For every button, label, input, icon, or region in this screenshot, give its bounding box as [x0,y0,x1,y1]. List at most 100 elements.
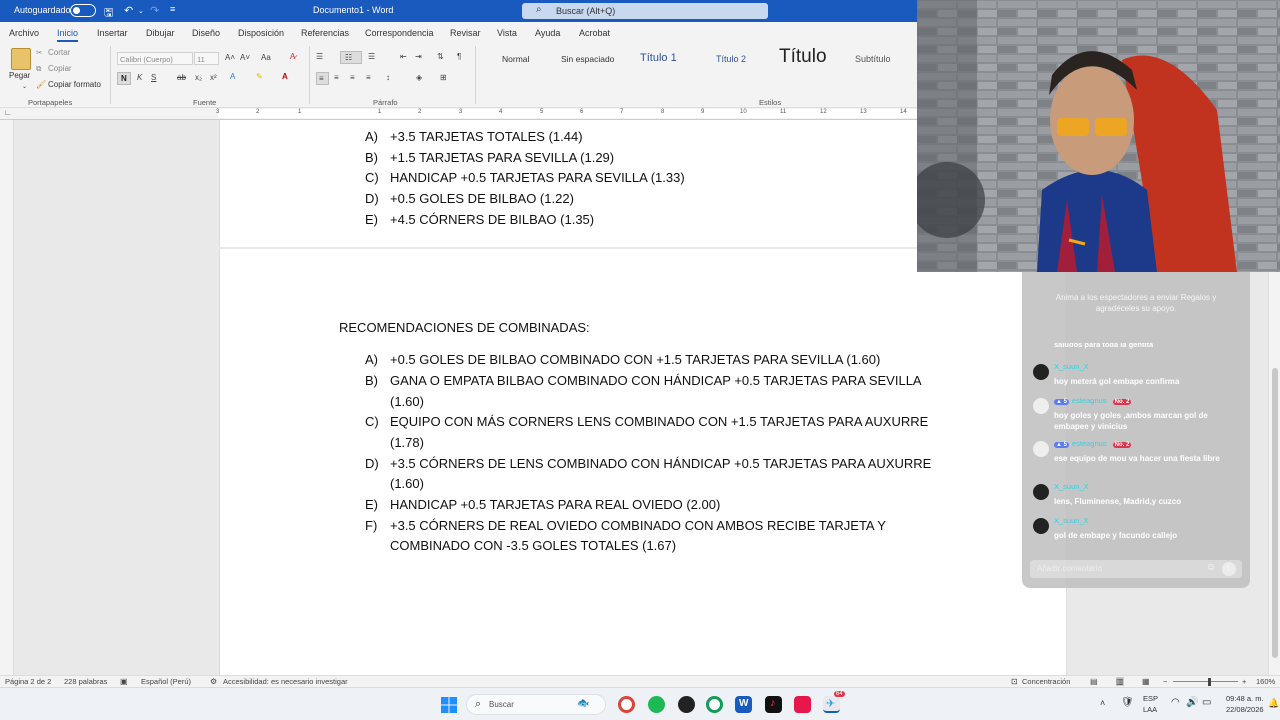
list-item-continuation[interactable]: (1.60) [390,394,424,409]
align-left-button[interactable]: ≡ [316,72,329,85]
highlight-icon[interactable]: ✎ [256,72,263,81]
list-item-continuation[interactable]: (1.60) [390,476,424,491]
align-center-icon[interactable]: ≡ [334,73,339,82]
zoom-slider[interactable] [1173,681,1238,682]
notification-bell-icon[interactable]: 🔔 [1268,698,1279,709]
borders-icon[interactable]: ⊞ [440,73,447,82]
tab-archivo[interactable]: Archivo [9,28,39,38]
zoom-level[interactable]: 160% [1256,677,1275,686]
telegram-icon[interactable]: ✈ [823,696,840,713]
chat-user-line[interactable]: ▲ 5 esteagnus No. 2 [1054,396,1134,405]
shading-icon[interactable]: ◈ [416,73,422,82]
text-effects-icon[interactable]: A [230,72,235,81]
font-color-icon[interactable]: A [282,72,288,81]
zoom-in-icon[interactable]: + [1242,677,1246,686]
avatar[interactable] [1033,441,1049,457]
wifi-icon[interactable]: ◠ [1171,697,1180,708]
clock-time[interactable]: 09:48 a. m. [1226,694,1264,703]
send-button[interactable]: ↑ [1222,562,1236,576]
taskbar-search[interactable]: ⌕ Buscar 🐟 [466,694,606,715]
zoom-slider-thumb[interactable] [1208,678,1211,686]
font-size-select[interactable]: 11 [194,52,219,65]
list-item[interactable]: +1.5 TARJETAS PARA SEVILLA (1.29) [390,150,614,165]
print-layout-icon[interactable]: ▥ [1116,677,1124,686]
italic-icon[interactable]: K [137,73,142,82]
proofing-icon[interactable]: ▣ [120,677,128,686]
tab-diseno[interactable]: Diseño [192,28,220,38]
focus-mode-button[interactable]: Concentración [1022,677,1070,686]
decrease-indent-icon[interactable]: ⇤ [400,52,407,61]
format-painter-button[interactable]: Copiar formato [48,80,101,89]
clock-date[interactable]: 22/08/2026 [1226,705,1264,714]
page-count[interactable]: Página 2 de 2 [5,677,51,686]
style-no-spacing[interactable]: Sin espaciado [561,54,614,64]
section-heading[interactable]: RECOMENDACIONES DE COMBINADAS: [339,320,590,335]
scrollbar-thumb[interactable] [1272,368,1278,658]
list-item-continuation[interactable]: COMBINADO CON -3.5 GOLES TOTALES (1.67) [390,538,676,553]
search-box[interactable]: ⌕ Buscar (Alt+Q) [522,3,768,19]
cut-button[interactable]: Cortar [48,48,70,57]
app-icon[interactable] [794,696,811,713]
redo-icon[interactable]: ↷ [150,4,159,17]
font-name-select[interactable]: Calibri (Cuerpo) [117,52,193,65]
change-case-icon[interactable]: Aa [261,53,271,62]
format-painter-icon[interactable]: 🖌 [36,80,46,89]
customize-toolbar-icon[interactable]: ≡ [170,4,175,14]
clear-formatting-icon[interactable]: A̷ [290,52,295,61]
chrome-icon[interactable] [618,696,635,713]
numbering-button[interactable]: ☷ [340,51,362,64]
copy-button[interactable]: Copiar [48,64,72,73]
undo-dropdown-icon[interactable]: ⌄ [138,7,144,15]
tab-acrobat[interactable]: Acrobat [579,28,610,38]
list-item[interactable]: +3.5 CÓRNERS DE REAL OVIEDO COMBINADO CO… [390,518,886,533]
windows-start-icon[interactable] [441,697,457,713]
tab-ayuda[interactable]: Ayuda [535,28,560,38]
language-indicator[interactable]: Español (Perú) [141,677,191,686]
focus-icon[interactable]: ⊡ [1011,677,1018,686]
web-layout-icon[interactable]: ▦ [1142,677,1150,686]
line-spacing-icon[interactable]: ↕ [386,73,390,82]
input-layout[interactable]: LAA [1143,705,1157,714]
word-icon[interactable]: W [735,696,752,713]
paste-icon[interactable] [11,48,31,70]
style-normal[interactable]: Normal [502,54,529,64]
list-item[interactable]: +0.5 GOLES DE BILBAO COMBINADO CON +1.5 … [390,352,880,367]
chat-username[interactable]: X_suun_X [1054,516,1089,525]
subscript-icon[interactable]: x₂ [195,73,202,82]
list-item[interactable]: +0.5 GOLES DE BILBAO (1.22) [390,191,574,206]
list-item[interactable]: +4.5 CÓRNERS DE BILBAO (1.35) [390,212,594,227]
multilevel-list-icon[interactable]: ☰ [368,52,375,61]
increase-indent-icon[interactable]: ⇥ [415,52,422,61]
list-item[interactable]: +3.5 CÓRNERS DE LENS COMBINADO CON HÁNDI… [390,456,931,471]
underline-icon[interactable]: S [151,73,156,82]
tab-revisar[interactable]: Revisar [450,28,481,38]
volume-icon[interactable]: 🔊 [1186,697,1198,708]
style-title[interactable]: Título [779,46,827,68]
chat-user-line[interactable]: ▲ 5 esteagnus No. 2 [1054,439,1134,448]
vertical-scrollbar[interactable] [1268,272,1280,675]
emoji-icon[interactable]: ☺ [1206,562,1216,573]
horizontal-ruler[interactable]: ∟ 3 2 1 1 2 3 4 5 6 7 8 9 10 11 12 13 14 [0,108,918,120]
battery-icon[interactable]: ▭ [1202,697,1211,708]
justify-icon[interactable]: ≡ [366,73,371,82]
bold-button[interactable]: N [117,72,131,85]
tab-dibujar[interactable]: Dibujar [146,28,175,38]
cut-icon[interactable]: ✂ [36,48,42,57]
strikethrough-icon[interactable]: ab [177,73,186,82]
accessibility-status[interactable]: Accesibilidad: es necesario investigar [223,677,348,686]
list-item[interactable]: EQUIPO CON MÁS CORNERS LENS COMBINADO CO… [390,414,928,429]
tab-correspondencia[interactable]: Correspondencia [365,28,434,38]
show-marks-icon[interactable]: ¶ [457,52,461,61]
sort-icon[interactable]: ⇅ [437,52,444,61]
list-item-continuation[interactable]: (1.78) [390,435,424,450]
tray-chevron-icon[interactable]: ˄ [1100,698,1105,708]
chat-username[interactable]: X_suun_X [1054,482,1089,491]
style-heading-2[interactable]: Título 2 [716,54,746,64]
read-mode-icon[interactable]: ▤ [1090,677,1098,686]
tab-selector-icon[interactable]: ∟ [4,108,12,117]
paste-button[interactable]: Pegar [9,71,30,80]
style-subtitle[interactable]: Subtítulo [855,54,891,64]
chat-username[interactable]: X_suun_X [1054,362,1089,371]
tab-inicio[interactable]: Inicio [57,28,79,42]
tab-referencias[interactable]: Referencias [301,28,349,38]
